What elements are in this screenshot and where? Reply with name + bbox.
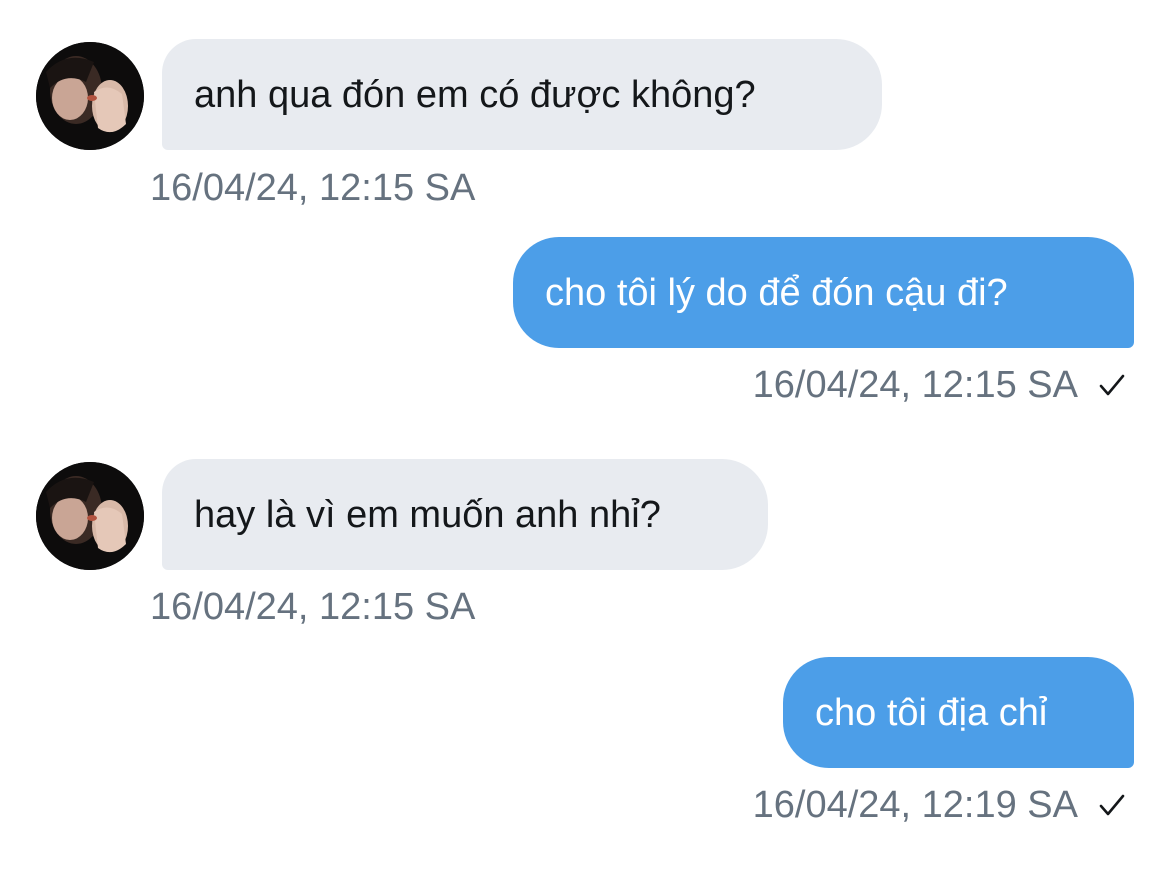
message-bubble-incoming[interactable]: anh qua đón em có được không? bbox=[162, 39, 882, 150]
check-icon bbox=[1096, 789, 1128, 821]
message-meta: 16/04/24, 12:15 SA bbox=[753, 366, 1128, 404]
message-text: cho tôi địa chỉ bbox=[815, 691, 1048, 734]
message-bubble-outgoing[interactable]: cho tôi lý do để đón cậu đi? bbox=[513, 237, 1134, 348]
message-timestamp: 16/04/24, 12:15 SA bbox=[150, 586, 476, 628]
message-text: anh qua đón em có được không? bbox=[194, 73, 756, 116]
message-timestamp: 16/04/24, 12:15 SA bbox=[150, 167, 476, 209]
message-text: hay là vì em muốn anh nhỉ? bbox=[194, 493, 661, 536]
avatar[interactable] bbox=[36, 462, 144, 570]
message-bubble-incoming[interactable]: hay là vì em muốn anh nhỉ? bbox=[162, 459, 768, 570]
message-meta: 16/04/24, 12:19 SA bbox=[753, 786, 1128, 824]
message-bubble-outgoing[interactable]: cho tôi địa chỉ bbox=[783, 657, 1134, 768]
check-icon bbox=[1096, 369, 1128, 401]
message-timestamp: 16/04/24, 12:19 SA bbox=[752, 784, 1078, 826]
message-timestamp: 16/04/24, 12:15 SA bbox=[752, 364, 1078, 406]
avatar[interactable] bbox=[36, 42, 144, 150]
message-text: cho tôi lý do để đón cậu đi? bbox=[545, 271, 1008, 314]
